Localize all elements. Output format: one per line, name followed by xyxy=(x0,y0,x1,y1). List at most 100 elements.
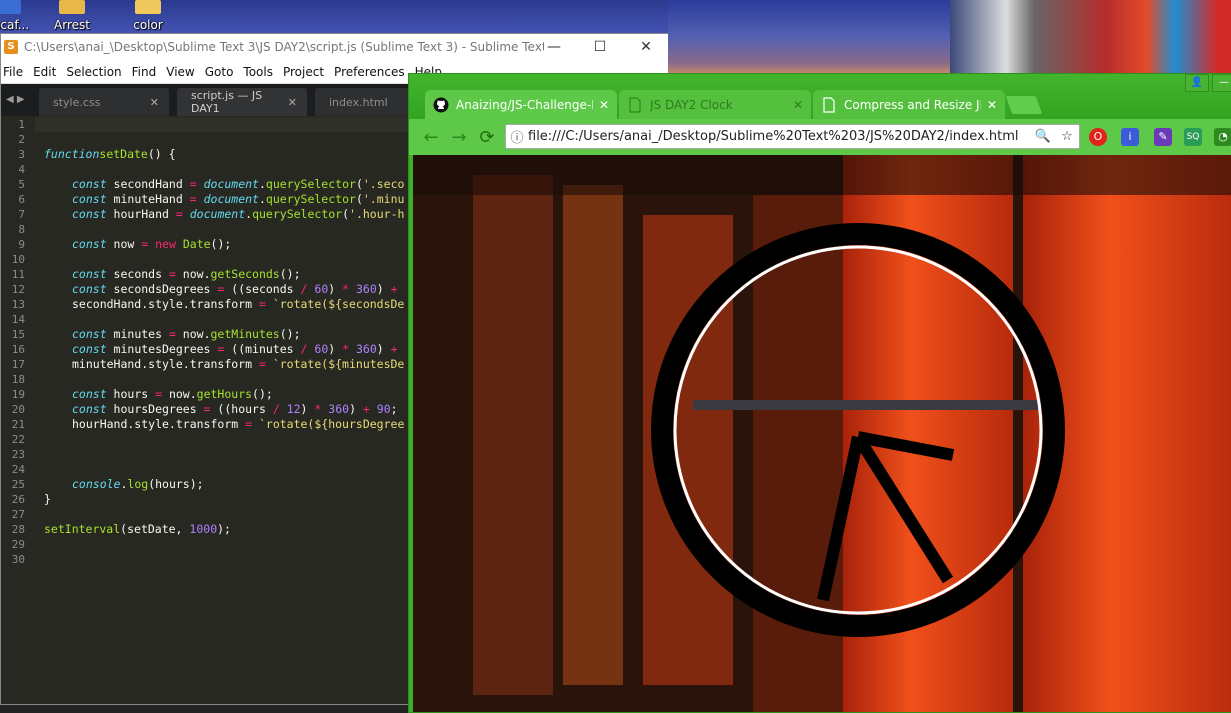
code-token: seconds xyxy=(106,267,169,281)
tab-script-js[interactable]: script.js — JS DAY1 ✕ xyxy=(177,88,307,116)
code-token: 360 xyxy=(355,342,377,356)
code-token: `rotate(${secondsDe xyxy=(272,297,405,311)
tab-compress-resize[interactable]: Compress and Resize JPE ✕ xyxy=(813,90,1005,120)
back-icon[interactable]: ← xyxy=(417,127,445,148)
code-token: ((seconds xyxy=(224,282,301,296)
code-token: (hours); xyxy=(148,477,204,491)
code-line[interactable]: const minutes = now.getMinutes(); xyxy=(72,327,301,342)
menu-goto[interactable]: Goto xyxy=(203,65,242,79)
address-bar[interactable]: ⓘ file:///C:/Users/anai_/Desktop/Sublime… xyxy=(505,124,1080,149)
menu-file[interactable]: File xyxy=(1,65,31,79)
reload-icon[interactable]: ⟳ xyxy=(473,127,501,148)
line-number: 17 xyxy=(11,358,25,371)
line-number: 20 xyxy=(11,403,25,416)
code-line[interactable]: const hourHand = document.querySelector(… xyxy=(72,207,404,222)
close-icon[interactable]: ✕ xyxy=(288,96,297,109)
translate-icon[interactable]: i xyxy=(1121,128,1139,146)
menu-selection[interactable]: Selection xyxy=(64,65,129,79)
line-number-gutter: 1 2 3 4 5 6 7 8 9 10 11 12 13 14 15 16 17 18 19 20 21 22 23 24 2… xyxy=(1,116,35,704)
code-token: = xyxy=(189,192,197,206)
minimize-button[interactable]: — xyxy=(1212,74,1231,92)
code-token: ( xyxy=(355,192,363,206)
code-token: hours xyxy=(106,387,156,401)
code-line[interactable]: const minuteHand = document.querySelecto… xyxy=(72,192,404,207)
menu-tools[interactable]: Tools xyxy=(241,65,281,79)
code-token: () { xyxy=(147,147,176,161)
code-token: = xyxy=(168,267,176,281)
opera-icon[interactable]: O xyxy=(1089,128,1107,146)
code-line[interactable]: secondHand.style.transform = `rotate(${s… xyxy=(72,297,404,312)
info-icon[interactable]: ⓘ xyxy=(506,127,528,146)
code-line[interactable]: setInterval(setDate, 1000); xyxy=(44,522,231,537)
code-token: (); xyxy=(210,237,232,251)
sq-icon[interactable]: SQ xyxy=(1184,128,1202,146)
code-token: `rotate(${hoursDegree xyxy=(258,417,405,431)
tab-scroll-arrows-icon[interactable]: ◀ ▶ xyxy=(1,84,39,116)
tab-label: style.css xyxy=(53,95,101,109)
code-token: 60 xyxy=(314,282,329,296)
speedometer-icon[interactable]: ◔ xyxy=(1214,128,1231,146)
tab-github[interactable]: Anaizing/JS-Challenge-D ✕ xyxy=(425,90,617,120)
close-icon[interactable]: ✕ xyxy=(150,96,159,109)
line-number: 27 xyxy=(11,508,25,521)
page-viewport xyxy=(413,155,1231,712)
code-line[interactable]: const secondHand = document.querySelecto… xyxy=(72,177,404,192)
code-line[interactable]: hourHand.style.transform = `rotate(${hou… xyxy=(72,417,404,432)
code-line[interactable]: const hours = now.getHours(); xyxy=(72,387,273,402)
tab-js-day2-clock[interactable]: JS DAY2 Clock ✕ xyxy=(619,90,811,120)
line-number: 10 xyxy=(11,253,25,266)
desktop-icon-arrest[interactable]: Arrest xyxy=(42,0,102,34)
code-line[interactable]: minuteHand.style.transform = `rotate(${m… xyxy=(72,357,404,372)
code-token: getHours xyxy=(196,387,253,401)
code-token: '.hour-h xyxy=(349,207,405,221)
github-icon xyxy=(433,97,449,113)
close-icon[interactable]: ✕ xyxy=(987,98,997,112)
zoom-icon[interactable]: 🔍 xyxy=(1031,129,1055,144)
new-tab-button[interactable] xyxy=(1005,96,1043,114)
code-line[interactable]: const hoursDegrees = ((hours / 12) * 360… xyxy=(72,402,398,417)
desktop-icon-oscaf[interactable]: oscaf... xyxy=(0,0,38,34)
menu-view[interactable]: View xyxy=(164,65,202,79)
menu-find[interactable]: Find xyxy=(130,65,165,79)
code-line[interactable]: functionsetDate() { xyxy=(44,147,176,162)
star-icon[interactable]: ☆ xyxy=(1055,129,1079,144)
menu-project[interactable]: Project xyxy=(281,65,332,79)
close-icon[interactable]: ✕ xyxy=(793,98,803,112)
code-line[interactable]: const seconds = now.getSeconds(); xyxy=(72,267,301,282)
minimize-button[interactable]: — xyxy=(531,34,577,60)
code-line[interactable]: const now = new Date(); xyxy=(72,237,231,252)
color-picker-icon[interactable]: ✎ xyxy=(1154,128,1172,146)
code-token: Date xyxy=(182,237,211,251)
code-token: const xyxy=(72,387,107,401)
code-line[interactable]: console.log(hours); xyxy=(72,477,204,492)
code-token: querySelector xyxy=(265,192,356,206)
profile-icon[interactable]: 👤 xyxy=(1185,74,1209,92)
code-line[interactable]: } xyxy=(44,492,51,507)
sublime-titlebar[interactable]: S C:\Users\anai_\Desktop\Sublime Text 3\… xyxy=(1,34,668,60)
page-icon xyxy=(629,97,641,113)
code-token: '.seco xyxy=(362,177,405,191)
close-button[interactable]: ✕ xyxy=(623,34,668,60)
url-text[interactable]: file:///C:/Users/anai_/Desktop/Sublime%2… xyxy=(528,129,1031,144)
code-token: now. xyxy=(175,327,211,341)
tab-style-css[interactable]: style.css ✕ xyxy=(39,88,169,116)
code-token: * xyxy=(342,282,350,296)
code-line[interactable]: const minutesDegrees = ((minutes / 60) *… xyxy=(72,342,398,357)
forward-icon[interactable]: → xyxy=(445,127,473,148)
menu-edit[interactable]: Edit xyxy=(31,65,64,79)
line-number: 8 xyxy=(18,223,25,236)
code-token: function xyxy=(44,147,100,161)
code-line[interactable]: const secondsDegrees = ((seconds / 60) *… xyxy=(72,282,398,297)
code-token: hourHand xyxy=(106,207,176,221)
code-token: now xyxy=(106,237,142,251)
code-token: (); xyxy=(279,267,301,281)
menu-preferences[interactable]: Preferences xyxy=(332,65,413,79)
tab-label: JS DAY2 Clock xyxy=(650,98,733,112)
close-icon[interactable]: ✕ xyxy=(599,98,609,112)
desktop-icon-color[interactable]: color xyxy=(118,0,178,34)
maximize-button[interactable]: ☐ xyxy=(577,34,623,60)
line-number: 22 xyxy=(11,433,25,446)
